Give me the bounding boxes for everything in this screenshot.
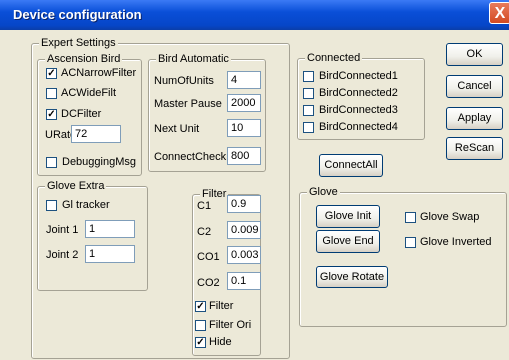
next-unit-input[interactable]: 10 bbox=[227, 119, 261, 137]
bird-connected3-checkbox[interactable] bbox=[303, 105, 314, 116]
urate-input[interactable]: 72 bbox=[71, 125, 121, 143]
glove-extra-legend: Glove Extra bbox=[45, 180, 107, 192]
bird-connected1-label: BirdConnected1 bbox=[319, 70, 398, 82]
filter-checkbox[interactable]: ✓ bbox=[195, 301, 206, 312]
num-of-units-input[interactable]: 4 bbox=[227, 71, 261, 89]
ac-narrow-filter-label: ACNarrowFilter bbox=[61, 67, 137, 79]
filter-ori-label: Filter Ori bbox=[209, 319, 252, 331]
bird-connected2-label: BirdConnected2 bbox=[319, 87, 398, 99]
cancel-button[interactable]: Cancel bbox=[446, 75, 503, 98]
joint2-label: Joint 2 bbox=[46, 249, 79, 261]
connected-legend: Connected bbox=[305, 52, 363, 64]
gl-tracker-label: Gl tracker bbox=[62, 199, 110, 211]
bird-connected2-checkbox[interactable] bbox=[303, 88, 314, 99]
bird-connected4-checkbox[interactable] bbox=[303, 122, 314, 133]
ac-wide-filt-label: ACWideFilt bbox=[61, 87, 117, 99]
co1-input[interactable]: 0.003 bbox=[227, 246, 261, 264]
joint1-input[interactable]: 1 bbox=[85, 220, 135, 238]
num-of-units-label: NumOfUnits bbox=[154, 75, 214, 87]
bird-connected1-checkbox[interactable] bbox=[303, 71, 314, 82]
glove-end-button[interactable]: Glove End bbox=[316, 230, 380, 253]
title-bar[interactable]: Device configuration X bbox=[0, 0, 509, 30]
ac-wide-filt-checkbox[interactable] bbox=[46, 88, 57, 99]
glove-init-button[interactable]: Glove Init bbox=[316, 205, 380, 228]
co2-input[interactable]: 0.1 bbox=[227, 272, 261, 290]
filter-ori-checkbox[interactable] bbox=[195, 320, 206, 331]
debugging-msg-checkbox[interactable] bbox=[46, 157, 57, 168]
window-title: Device configuration bbox=[13, 7, 142, 22]
expert-settings-legend: Expert Settings bbox=[39, 37, 118, 49]
dc-filter-checkbox[interactable]: ✓ bbox=[46, 109, 57, 120]
glove-swap-checkbox[interactable] bbox=[405, 212, 416, 223]
master-pause-label: Master Pause bbox=[154, 98, 222, 110]
hide-checkbox[interactable]: ✓ bbox=[195, 337, 206, 348]
master-pause-input[interactable]: 2000 bbox=[227, 94, 261, 112]
ascension-bird-legend: Ascension Bird bbox=[45, 53, 123, 65]
debugging-msg-label: DebuggingMsg bbox=[62, 156, 136, 168]
bird-connected4-label: BirdConnected4 bbox=[319, 121, 398, 133]
c1-label: C1 bbox=[197, 200, 212, 212]
co1-label: CO1 bbox=[197, 251, 220, 263]
connect-check-input[interactable]: 800 bbox=[227, 147, 261, 165]
connect-check-label: ConnectCheck bbox=[154, 151, 227, 163]
c2-label: C2 bbox=[197, 226, 212, 238]
dc-filter-label: DCFilter bbox=[61, 108, 102, 120]
joint2-input[interactable]: 1 bbox=[85, 245, 135, 263]
ok-button[interactable]: OK bbox=[446, 43, 503, 66]
glove-inverted-checkbox[interactable] bbox=[405, 237, 416, 248]
c2-input[interactable]: 0.009 bbox=[227, 221, 261, 239]
glove-legend: Glove bbox=[307, 186, 340, 198]
joint1-label: Joint 1 bbox=[46, 224, 79, 236]
connect-all-button[interactable]: ConnectAll bbox=[319, 154, 383, 177]
gl-tracker-checkbox[interactable] bbox=[46, 200, 57, 211]
glove-swap-label: Glove Swap bbox=[420, 211, 480, 223]
c1-input[interactable]: 0.9 bbox=[227, 195, 261, 213]
bird-automatic-legend: Bird Automatic bbox=[156, 53, 231, 65]
glove-inverted-label: Glove Inverted bbox=[420, 236, 492, 248]
bird-connected3-label: BirdConnected3 bbox=[319, 104, 398, 116]
filter-checkbox-label: Filter bbox=[209, 300, 234, 312]
hide-label: Hide bbox=[209, 336, 232, 348]
ac-narrow-filter-checkbox[interactable]: ✓ bbox=[46, 68, 57, 79]
glove-rotate-button[interactable]: Glove Rotate bbox=[316, 266, 388, 288]
dialog-client: Expert Settings Ascension Bird ✓ ACNarro… bbox=[0, 30, 509, 360]
co2-label: CO2 bbox=[197, 277, 220, 289]
applay-button[interactable]: Applay bbox=[446, 107, 503, 130]
next-unit-label: Next Unit bbox=[154, 123, 200, 135]
close-button[interactable]: X bbox=[489, 2, 509, 24]
rescan-button[interactable]: ReScan bbox=[446, 137, 503, 160]
